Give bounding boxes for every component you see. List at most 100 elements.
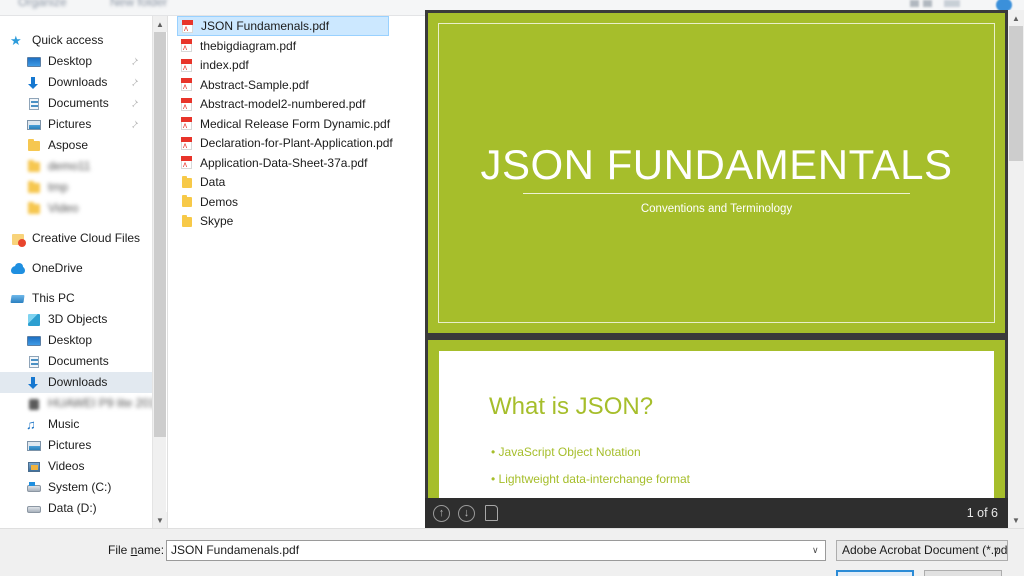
file-name-label: index.pdf [200,58,249,72]
nav-item-pc-desktop[interactable]: Desktop [0,330,152,351]
3d-objects-icon [26,312,42,328]
file-name-label: Declaration-for-Plant-Application.pdf [200,136,393,150]
open-button[interactable]: Open [836,570,914,576]
chevron-down-icon[interactable]: ▼ [1008,512,1024,528]
file-open-dialog: Organize New folder ★ Quick access Deskt… [0,0,1024,576]
slide2-title: What is JSON? [489,393,653,421]
folder-icon [180,214,194,229]
nav-item-system-c[interactable]: System (C:) [0,477,152,498]
file-list-item[interactable]: Medical Release Form Dynamic.pdf [168,114,421,134]
file-list-item[interactable]: index.pdf [168,56,421,76]
pin-icon[interactable] [129,77,139,88]
organize-button[interactable]: Organize [18,0,67,9]
nav-item-3d-objects[interactable]: 3D Objects [0,309,152,330]
nav-label: Music [48,417,79,432]
pdf-file-icon [180,77,194,92]
nav-item-documents[interactable]: Documents [0,93,152,114]
file-name-label: Abstract-model2-numbered.pdf [200,97,365,111]
file-list-item[interactable]: Data [168,173,421,193]
preview-pane-icon[interactable] [944,0,960,7]
nav-item-redacted-device[interactable]: HUAWEI P9 lite 2017 [0,393,152,414]
pdf-slide-1: JSON FUNDAMENTALS Conventions and Termin… [428,13,1005,333]
navigation-pane[interactable]: ★ Quick access Desktop Downloads Documen… [0,16,152,528]
folder-icon [180,194,194,209]
nav-item-aspose[interactable]: Aspose [0,135,152,156]
onedrive-icon [10,261,26,277]
nav-group-quick-access[interactable]: ★ Quick access [0,30,152,51]
file-list[interactable]: JSON Fundamenals.pdf thebigdiagram.pdf i… [167,16,421,528]
nav-label: Pictures [48,117,91,132]
nav-group-this-pc[interactable]: This PC [0,288,152,309]
view-mode-icons[interactable] [910,0,962,9]
nav-item-redacted-3[interactable]: Video [0,198,152,219]
chevron-up-icon[interactable]: ▲ [153,16,167,32]
nav-item-pc-documents[interactable]: Documents [0,351,152,372]
cancel-button[interactable]: Cancel [924,570,1002,576]
pin-icon[interactable] [129,98,139,109]
nav-item-data-d[interactable]: Data (D:) [0,498,152,519]
pin-icon[interactable] [129,56,139,67]
nav-label: Aspose [48,138,88,153]
arrow-down-circle-icon[interactable]: ↓ [458,505,475,522]
nav-item-downloads[interactable]: Downloads [0,72,152,93]
file-list-item[interactable]: Declaration-for-Plant-Application.pdf [168,134,421,154]
scrollbar-thumb[interactable] [154,32,166,437]
nav-divider [0,219,152,228]
pdf-file-icon [181,19,195,34]
file-list-item[interactable]: Abstract-model2-numbered.pdf [168,95,421,115]
nav-item-redacted-2[interactable]: tmp [0,177,152,198]
file-list-item[interactable]: thebigdiagram.pdf [168,36,421,56]
page-view-icon[interactable] [485,505,498,521]
preview-pane[interactable]: JSON FUNDAMENTALS Conventions and Termin… [425,10,1008,528]
file-name-label: Medical Release Form Dynamic.pdf [200,117,390,131]
nav-label: Data (D:) [48,501,97,516]
preview-toolbar: ↑ ↓ 1 of 6 [425,498,1008,528]
nav-item-desktop[interactable]: Desktop [0,51,152,72]
star-icon: ★ [10,33,26,49]
nav-group-onedrive[interactable]: OneDrive [0,258,152,279]
this-pc-icon [10,291,26,307]
chevron-up-icon[interactable]: ▲ [1008,10,1024,26]
file-list-item[interactable]: Abstract-Sample.pdf [168,75,421,95]
nav-group-creative-cloud-files[interactable]: Creative Cloud Files [0,228,152,249]
device-icon [26,396,42,412]
file-name-label: Abstract-Sample.pdf [200,78,309,92]
new-folder-button[interactable]: New folder [110,0,167,9]
page-counter: 1 of 6 [967,506,998,520]
nav-item-pictures[interactable]: Pictures [0,114,152,135]
folder-icon [26,180,42,196]
nav-label: Creative Cloud Files [32,231,140,246]
download-icon [26,375,42,391]
nav-label: Video [48,201,78,216]
nav-item-pc-pictures[interactable]: Pictures [0,435,152,456]
pictures-icon [26,438,42,454]
pdf-file-icon [180,97,194,112]
videos-icon [26,459,42,475]
file-name-input[interactable]: JSON Fundamenals.pdf [166,540,826,561]
file-list-item[interactable]: Demos [168,192,421,212]
nav-item-redacted-1[interactable]: demo11 [0,156,152,177]
preview-scrollbar[interactable]: ▲ ▼ [1008,10,1024,528]
file-name-label: Skype [200,214,233,228]
nav-label: Videos [48,459,84,474]
pdf-file-icon [180,155,194,170]
nav-label: Desktop [48,333,92,348]
chevron-down-icon[interactable]: ▼ [153,512,167,528]
nav-label: HUAWEI P9 lite 2017 [48,396,152,411]
file-list-item[interactable]: Skype [168,212,421,232]
pin-icon[interactable] [129,119,139,130]
navigation-scrollbar[interactable]: ▲ ▼ [152,16,166,528]
nav-item-pc-downloads[interactable]: Downloads [0,372,152,393]
nav-item-videos[interactable]: Videos [0,456,152,477]
arrow-up-circle-icon[interactable]: ↑ [433,505,450,522]
file-type-dropdown[interactable]: Adobe Acrobat Document (*.pd [836,540,1008,561]
view-list-icon[interactable] [910,0,919,7]
nav-label: Documents [48,96,109,111]
nav-item-music[interactable]: ♫ Music [0,414,152,435]
nav-label: System (C:) [48,480,111,495]
view-details-icon[interactable] [923,0,932,7]
file-list-item[interactable]: Application-Data-Sheet-37a.pdf [168,153,421,173]
nav-label: Pictures [48,438,91,453]
scrollbar-thumb[interactable] [1009,26,1023,161]
file-list-item[interactable]: JSON Fundamenals.pdf [177,16,389,36]
